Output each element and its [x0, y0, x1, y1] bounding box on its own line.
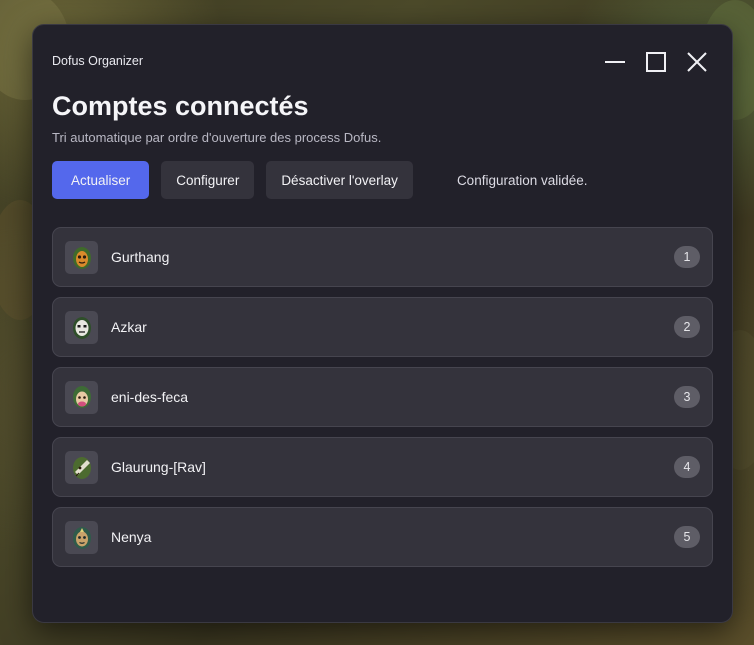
- close-icon: [687, 52, 707, 72]
- account-row-glaurung-rav[interactable]: Glaurung-[Rav] 4: [52, 437, 713, 497]
- order-badge: 2: [674, 316, 700, 338]
- account-name: Azkar: [111, 319, 147, 335]
- order-badge: 5: [674, 526, 700, 548]
- app-window: Dofus Organizer Comptes connectés Tri au…: [32, 24, 733, 623]
- page-subtitle: Tri automatique par ordre d'ouverture de…: [52, 130, 382, 145]
- page-title: Comptes connectés: [52, 91, 309, 121]
- character-avatar-icon: [65, 450, 98, 484]
- account-name: Glaurung-[Rav]: [111, 459, 206, 475]
- minimize-icon: [605, 61, 625, 63]
- window-controls: [604, 51, 708, 73]
- account-row-gurthang[interactable]: Gurthang 1: [52, 227, 713, 287]
- character-avatar-icon: [65, 310, 98, 344]
- maximize-button[interactable]: [645, 51, 667, 73]
- status-text: Configuration validée.: [456, 172, 588, 188]
- order-badge: 3: [674, 386, 700, 408]
- account-row-azkar[interactable]: Azkar 2: [52, 297, 713, 357]
- toolbar: Actualiser Configurer Désactiver l'overl…: [52, 161, 588, 199]
- configure-button[interactable]: Configurer: [161, 161, 255, 199]
- refresh-button[interactable]: Actualiser: [52, 161, 150, 199]
- order-badge: 4: [674, 456, 700, 478]
- account-name: Gurthang: [111, 249, 170, 265]
- maximize-icon: [646, 52, 666, 72]
- character-avatar-icon: [65, 520, 98, 554]
- account-name: eni-des-feca: [111, 389, 189, 405]
- character-avatar-icon: [65, 380, 98, 414]
- minimize-button[interactable]: [604, 51, 626, 73]
- account-name: Nenya: [111, 529, 152, 545]
- character-avatar-icon: [65, 240, 98, 274]
- app-title: Dofus Organizer: [52, 54, 144, 68]
- close-button[interactable]: [686, 51, 708, 73]
- order-badge: 1: [674, 246, 700, 268]
- account-row-eni-des-feca[interactable]: eni-des-feca 3: [52, 367, 713, 427]
- accounts-list: Gurthang 1 Azkar 2 eni-des-feca 3 Glauru…: [52, 227, 713, 567]
- disable-overlay-button[interactable]: Désactiver l'overlay: [266, 161, 413, 199]
- account-row-nenya[interactable]: Nenya 5: [52, 507, 713, 567]
